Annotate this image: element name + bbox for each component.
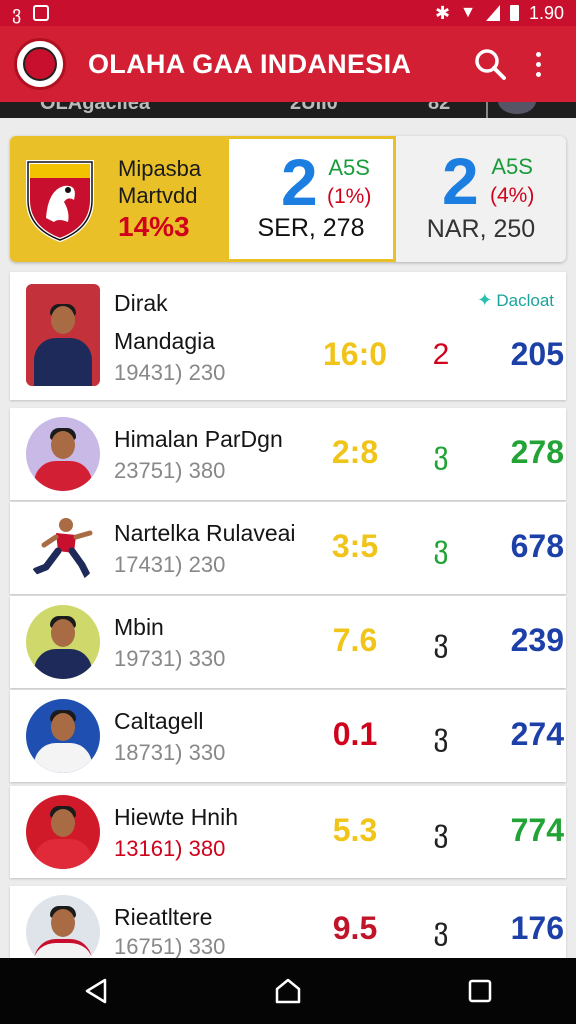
- player-stat-2: ვ: [433, 625, 449, 658]
- player-number: 18731) 330: [114, 740, 226, 765]
- player-stat-3: 176: [510, 910, 564, 946]
- player-stat-2: ვ: [433, 913, 449, 946]
- match-card[interactable]: Mipasba Martvdd 14%3 2 A5S (1%) SER, 278…: [10, 136, 566, 262]
- player-stat-2: ვ: [433, 719, 449, 752]
- score-panel-left[interactable]: 2 A5S (1%) SER, 278: [226, 136, 396, 262]
- player-name: Himalan ParDgn: [114, 426, 283, 452]
- score-panel-right[interactable]: 2 A5S (4%) NAR, 250: [396, 136, 566, 262]
- image-notification-icon: [33, 5, 50, 21]
- player-name: Rieatltere: [114, 904, 213, 930]
- team-name-line2: Martvdd: [118, 183, 198, 208]
- score-right: 2: [442, 144, 479, 218]
- player-number: 16751) 330: [114, 934, 226, 959]
- player-stat-3: 774: [510, 812, 564, 848]
- sparkle-icon: ✦: [477, 290, 493, 310]
- player-avatar: [26, 605, 100, 679]
- player-stat-1: 3:5: [331, 528, 379, 564]
- search-button[interactable]: [466, 40, 514, 88]
- player-row[interactable]: Nartelka Rulaveai 17431) 230 3:5 ვ 678: [10, 502, 566, 594]
- player-stat-3: 678: [510, 528, 564, 564]
- player-stat-2: ვ: [433, 815, 449, 848]
- home-icon: [275, 978, 301, 1004]
- player-name-line2: Mandagia: [114, 328, 216, 354]
- score-left-pct: (1%): [327, 185, 372, 208]
- battery-icon: [509, 5, 519, 21]
- player-avatar: [26, 284, 100, 386]
- scrolled-score: 2UII0: [290, 102, 338, 114]
- recents-icon: [468, 979, 492, 1003]
- scrolled-avatar: [498, 102, 536, 114]
- player-stat-1: 0.1: [332, 716, 378, 752]
- player-number: 19431) 230: [114, 360, 226, 385]
- score-left-foot: SER, 278: [257, 214, 365, 242]
- bluetooth-icon: ✱: [435, 2, 451, 23]
- player-stat-2: ვ: [433, 437, 449, 470]
- score-right-label: A5S: [491, 154, 533, 179]
- player-stat-1: 9.5: [332, 910, 378, 946]
- player-row[interactable]: Mbin 19731) 330 7.6 ვ 239: [10, 596, 566, 688]
- team-crest-icon: [26, 160, 94, 242]
- player-row[interactable]: Himalan ParDgn 23751) 380 2:8 ვ 278: [10, 408, 566, 500]
- player-row[interactable]: Dirak Mandagia 19431) 230 ✦ Dacloat 16:0 …: [10, 272, 566, 400]
- score-left-label: A5S: [328, 155, 370, 180]
- player-row[interactable]: Caltagell 18731) 330 0.1 ვ 274: [10, 690, 566, 782]
- player-stat-2: 2: [432, 338, 450, 371]
- back-icon: [85, 978, 107, 1004]
- scrolled-row: OLAgacliea 2UII0 82: [0, 102, 576, 118]
- player-name: Dirak: [114, 290, 168, 316]
- scrolled-num: 82: [428, 102, 451, 114]
- notification-glyph: ვ: [12, 2, 22, 23]
- score-right-foot: NAR, 250: [426, 215, 536, 243]
- player-avatar: [26, 795, 100, 869]
- player-name: Mbin: [114, 614, 164, 640]
- team-percentage: 14%3: [118, 211, 190, 242]
- running-player-icon: [32, 518, 93, 581]
- player-stat-3: 239: [510, 622, 564, 658]
- badge-label: Dacloat: [496, 290, 554, 310]
- divider: [486, 102, 488, 118]
- status-bar: ვ ✱ ▼ 1.90: [0, 0, 576, 26]
- clock: 1.90: [528, 2, 564, 23]
- player-stat-3: 274: [510, 716, 564, 752]
- player-number: 19731) 330: [114, 646, 226, 671]
- score-left: 2: [281, 145, 318, 219]
- player-stat-3: 205: [510, 336, 564, 372]
- recents-button[interactable]: [452, 963, 508, 1019]
- player-name: Nartelka Rulaveai: [114, 520, 296, 546]
- player-avatar: [26, 699, 100, 773]
- player-number: 17431) 230: [114, 552, 226, 577]
- team-panel: Mipasba Martvdd 14%3: [10, 136, 226, 262]
- player-stat-1: 16:0: [322, 336, 388, 372]
- player-stat-1: 7.6: [332, 622, 378, 658]
- app-bar: OLAHA GAA INDANESIA: [0, 26, 576, 102]
- more-vert-icon: [535, 51, 541, 77]
- player-number: 13161) 380: [114, 836, 226, 861]
- player-number: 23751) 380: [114, 458, 226, 483]
- player-name: Hiewte Hnih: [114, 804, 238, 830]
- player-stat-2: ვ: [433, 531, 449, 564]
- declared-badge[interactable]: ✦ Dacloat: [477, 290, 554, 311]
- search-icon: [475, 49, 506, 80]
- team-name: Mipasba: [118, 156, 202, 181]
- club-crest-icon[interactable]: [14, 38, 66, 90]
- home-button[interactable]: [260, 963, 316, 1019]
- player-avatar: [26, 511, 100, 585]
- system-nav-bar: [0, 958, 576, 1024]
- score-right-pct: (4%): [490, 184, 535, 207]
- player-row[interactable]: Hiewte Hnih 13161) 380 5.3 ვ 774: [10, 786, 566, 878]
- scrolled-team: OLAgacliea: [40, 102, 151, 114]
- more-options-button[interactable]: [514, 40, 562, 88]
- signal-icon: [485, 5, 500, 21]
- player-stat-1: 5.3: [332, 812, 378, 848]
- player-name: Caltagell: [114, 708, 204, 734]
- wifi-icon: ▼: [460, 4, 476, 21]
- back-button[interactable]: [68, 963, 124, 1019]
- player-row[interactable]: Rieatltere 16751) 330 9.5 ვ 176: [10, 886, 566, 969]
- player-avatar: [26, 417, 100, 491]
- app-title: OLAHA GAA INDANESIA: [88, 48, 412, 79]
- player-stat-1: 2:8: [331, 434, 379, 470]
- player-stat-3: 278: [510, 434, 564, 470]
